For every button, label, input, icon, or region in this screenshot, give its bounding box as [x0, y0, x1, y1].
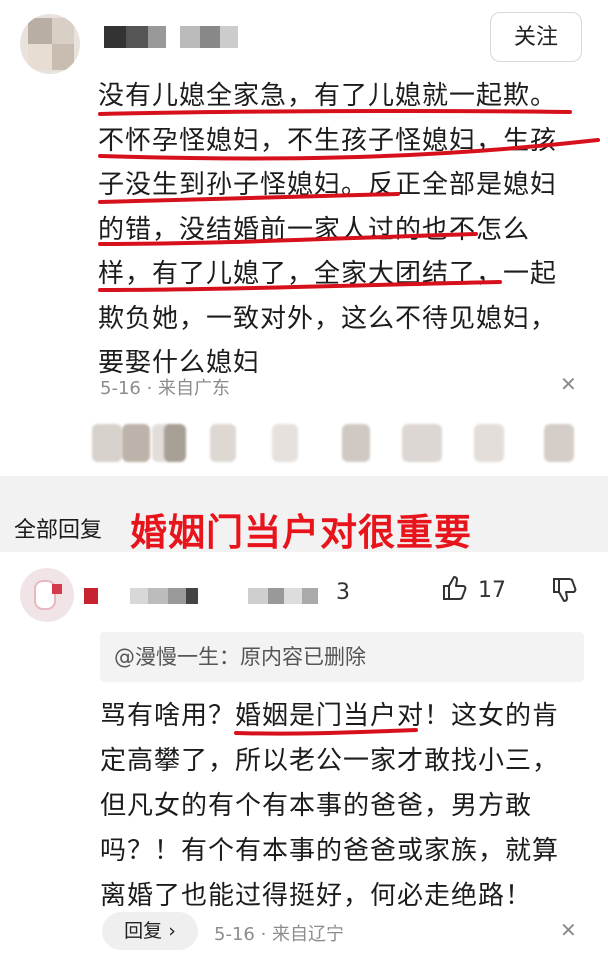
thumbs-down-icon[interactable]	[550, 576, 578, 608]
follow-button[interactable]: 关注	[490, 12, 582, 62]
avatar[interactable]	[20, 14, 80, 74]
overlay-headline: 婚姻门当户对很重要	[130, 511, 472, 554]
reply-button[interactable]: 回复 ›	[102, 912, 198, 950]
comment-card: 关注 没有儿媳全家急，有了儿媳就一起欺。 不怀孕怪媳妇，不生孩子怪媳妇，生孩 子…	[0, 0, 608, 476]
thumbs-up-icon[interactable]	[440, 574, 468, 606]
like-button[interactable]: 17	[440, 574, 506, 606]
reply-avatar[interactable]	[20, 568, 74, 622]
comment-meta: 5-16 · 来自广东	[100, 378, 231, 399]
reply-count: 3	[336, 580, 350, 605]
comment-text: 没有儿媳全家急，有了儿媳就一起欺。 不怀孕怪媳妇，不生孩子怪媳妇，生孩 子没生到…	[98, 81, 558, 378]
username-mosaic[interactable]	[104, 26, 238, 48]
close-icon[interactable]: ✕	[560, 918, 577, 942]
reply-meta: 5-16 · 来自辽宁	[214, 924, 345, 945]
close-icon[interactable]: ✕	[560, 372, 577, 396]
quoted-comment[interactable]: @漫慢一生：原内容已删除	[100, 632, 584, 682]
all-replies-label: 全部回复	[14, 518, 103, 543]
reaction-avatars-blur	[92, 424, 592, 462]
reply-text: 骂有啥用？婚姻是门当户对！这女的肯 定高攀了，所以老公一家才敢找小三， 但凡女的…	[100, 701, 560, 911]
like-count: 17	[478, 577, 506, 603]
reply-username-mosaic[interactable]	[84, 588, 318, 604]
